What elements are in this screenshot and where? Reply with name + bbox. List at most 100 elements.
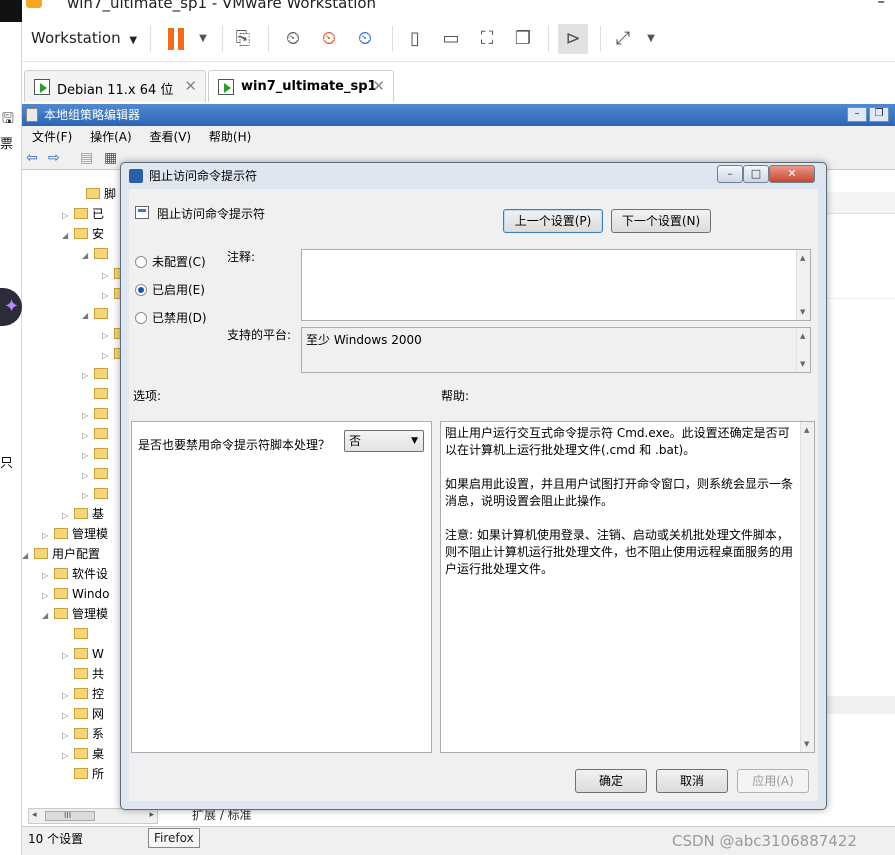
collapsed-arrow-icon[interactable]: ▷: [82, 366, 94, 386]
collapsed-arrow-icon[interactable]: ▷: [82, 406, 94, 426]
workstation-menu[interactable]: Workstation ▼: [31, 29, 137, 47]
collapsed-arrow-icon[interactable]: ▷: [42, 526, 54, 546]
collapsed-arrow-icon[interactable]: ▷: [62, 726, 74, 746]
menu-action[interactable]: 操作(A): [90, 130, 132, 144]
up-folder-icon[interactable]: ▤: [80, 150, 93, 166]
menu-file[interactable]: 文件(F): [32, 130, 72, 144]
tree-node[interactable]: ◢: [82, 244, 112, 264]
tree-node[interactable]: ▷ 系: [62, 724, 104, 744]
tree-node[interactable]: ▷: [82, 444, 112, 464]
script-processing-select[interactable]: 否 ▼: [344, 430, 424, 452]
tree-node[interactable]: ◢ 管理模: [42, 604, 108, 624]
assistant-launcher[interactable]: ✦: [0, 288, 22, 326]
tree-node[interactable]: ▷ 网: [62, 704, 104, 724]
tab-win7[interactable]: win7_ultimate_sp1 ✕: [208, 70, 394, 102]
stretch-icon[interactable]: ⤢: [608, 24, 638, 54]
scroll-right-icon[interactable]: ▸: [149, 810, 154, 820]
tree-node[interactable]: ▷ Windo: [42, 584, 110, 604]
tree-node[interactable]: 所: [62, 764, 104, 784]
tree-node[interactable]: ▷ 已: [62, 204, 104, 224]
tree-node[interactable]: ▷: [82, 424, 112, 444]
ok-button[interactable]: 确定: [575, 769, 647, 793]
tree-node[interactable]: 共: [62, 664, 104, 684]
minimize-button[interactable]: –: [847, 107, 867, 122]
unity-icon[interactable]: ❐: [508, 24, 538, 54]
tree-node[interactable]: ▷ 桌: [62, 744, 104, 764]
close-button[interactable]: ✕: [769, 165, 815, 183]
sidebar-icon[interactable]: ▯: [400, 24, 430, 54]
snapshot-manager-icon[interactable]: ⏲: [350, 24, 380, 54]
stretch-menu-chevron-icon[interactable]: ▼: [636, 24, 666, 54]
scroll-up-icon[interactable]: ▲: [804, 426, 809, 434]
scroll-up-icon[interactable]: ▲: [800, 332, 805, 340]
collapsed-arrow-icon[interactable]: ▷: [82, 466, 94, 486]
tree-node[interactable]: [62, 624, 92, 644]
show-hide-tree-icon[interactable]: ▦: [104, 150, 117, 166]
tree-node[interactable]: ◢ 用户配置: [22, 544, 100, 564]
tree-node[interactable]: [82, 384, 112, 404]
tree-node[interactable]: ▷ 软件设: [42, 564, 108, 584]
collapsed-arrow-icon[interactable]: ▷: [102, 266, 114, 286]
tree-node[interactable]: ▷ W: [62, 644, 104, 664]
tree-node[interactable]: ▷ 管理模: [42, 524, 108, 544]
scroll-thumb[interactable]: III: [45, 811, 95, 821]
expanded-arrow-icon[interactable]: ◢: [82, 306, 94, 326]
expanded-arrow-icon[interactable]: ◢: [42, 606, 54, 626]
horizontal-scrollbar[interactable]: ◂ III ▸: [28, 808, 158, 824]
tree-node[interactable]: ◢ 安: [62, 224, 104, 244]
scroll-up-icon[interactable]: ▲: [800, 254, 805, 262]
collapsed-arrow-icon[interactable]: ▷: [62, 706, 74, 726]
scroll-down-icon[interactable]: ▼: [804, 740, 809, 748]
collapsed-arrow-icon[interactable]: ▷: [102, 346, 114, 366]
tab-debian[interactable]: Debian 11.x 64 位 ✕: [24, 70, 206, 102]
comment-scrollbar[interactable]: ▲ ▼: [796, 250, 810, 320]
collapsed-arrow-icon[interactable]: ▷: [62, 506, 74, 526]
radio-enabled[interactable]: 已启用(E): [135, 281, 205, 298]
tree-node[interactable]: ▷: [82, 484, 112, 504]
collapsed-arrow-icon[interactable]: ▷: [82, 446, 94, 466]
desktop-file-icon[interactable]: 🖫: [2, 108, 14, 132]
fullscreen-icon[interactable]: ⛶: [472, 24, 502, 54]
back-arrow-icon[interactable]: ⇦: [26, 150, 38, 166]
tree-node[interactable]: ◢: [82, 304, 112, 324]
tree-node[interactable]: ▷ 控: [62, 684, 104, 704]
collapsed-arrow-icon[interactable]: ▷: [102, 326, 114, 346]
tree-node[interactable]: ▷: [82, 464, 112, 484]
collapsed-arrow-icon[interactable]: ▷: [62, 206, 74, 226]
expanded-arrow-icon[interactable]: ◢: [82, 246, 94, 266]
apply-button[interactable]: 应用(A): [737, 769, 809, 793]
collapsed-arrow-icon[interactable]: ▷: [62, 746, 74, 766]
next-setting-button[interactable]: 下一个设置(N): [611, 209, 711, 233]
expanded-arrow-icon[interactable]: ◢: [62, 226, 74, 246]
tree-node[interactable]: ▷ 基: [62, 504, 104, 524]
scroll-down-icon[interactable]: ▼: [800, 308, 805, 316]
close-icon[interactable]: ✕: [184, 77, 197, 95]
minimize-button[interactable]: –: [878, 0, 886, 10]
snapshot-take-icon[interactable]: ⏲: [278, 24, 308, 54]
radio-disabled[interactable]: 已禁用(D): [135, 309, 207, 326]
tree-node[interactable]: 脚: [74, 184, 116, 204]
comment-textarea[interactable]: ▲ ▼: [301, 249, 811, 321]
close-icon[interactable]: ✕: [372, 77, 385, 95]
cancel-button[interactable]: 取消: [656, 769, 728, 793]
collapsed-arrow-icon[interactable]: ▷: [42, 566, 54, 586]
maximize-button[interactable]: ❐: [869, 107, 889, 122]
scroll-left-icon[interactable]: ◂: [32, 810, 37, 820]
tree-node[interactable]: ▷: [82, 364, 112, 384]
previous-setting-button[interactable]: 上一个设置(P): [503, 209, 603, 233]
collapsed-arrow-icon[interactable]: ▷: [82, 486, 94, 506]
tree-node[interactable]: ▷: [82, 404, 112, 424]
menu-view[interactable]: 查看(V): [150, 130, 192, 144]
collapsed-arrow-icon[interactable]: ▷: [42, 586, 54, 606]
collapsed-arrow-icon[interactable]: ▷: [62, 686, 74, 706]
collapsed-arrow-icon[interactable]: ▷: [62, 646, 74, 666]
menu-help[interactable]: 帮助(H): [209, 130, 251, 144]
scroll-down-icon[interactable]: ▼: [800, 360, 805, 368]
maximize-button[interactable]: □: [743, 165, 769, 183]
help-scrollbar[interactable]: ▲ ▼: [800, 422, 814, 752]
pause-menu-chevron-icon[interactable]: ▼: [188, 24, 218, 54]
radio-not-configured[interactable]: 未配置(C): [135, 253, 206, 270]
minimize-button[interactable]: –: [717, 165, 743, 183]
collapsed-arrow-icon[interactable]: ▷: [102, 286, 114, 306]
pause-icon[interactable]: [168, 28, 184, 50]
